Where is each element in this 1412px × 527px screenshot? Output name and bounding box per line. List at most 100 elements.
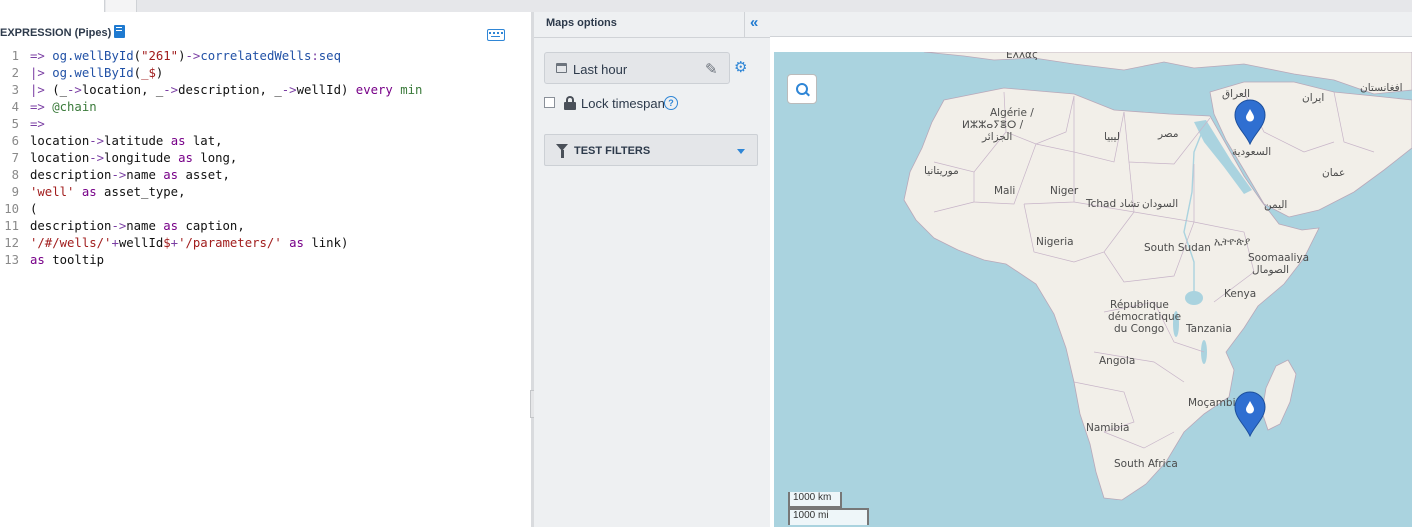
code-line[interactable]: 5 => (0, 116, 422, 133)
code-line[interactable]: 2 |> og.wellById(_$) (0, 65, 422, 82)
code-token: og.wellById (52, 66, 134, 80)
well-marker[interactable] (1233, 99, 1267, 145)
map-search-button[interactable] (787, 74, 817, 104)
map-label: افغانستان (1360, 82, 1403, 94)
scale-bar-mi: 1000 mi (788, 508, 869, 525)
book-icon[interactable] (114, 25, 126, 38)
map-label: Tanzania (1186, 323, 1232, 335)
code-token: |> (30, 66, 53, 80)
code-token: => (30, 117, 45, 131)
map-panel: Ελλάς العراق ایران افغانستان Algérie / ⵍⵣⵣⴰⵢⴻ… (770, 12, 1412, 527)
calendar-icon (556, 63, 567, 73)
code-token: @chain (52, 100, 97, 114)
map-label: الجزائر (982, 131, 1013, 143)
map-label: Namibia (1086, 422, 1130, 434)
code-line[interactable]: 9 'well' as asset_type, (0, 184, 422, 201)
expression-editor[interactable]: EXPRESSION (Pipes) 1 => og.wellById ( "261"… (0, 12, 531, 527)
well-marker[interactable] (1233, 391, 1267, 437)
time-range-selector[interactable]: Last hour ✎ (544, 52, 730, 84)
lock-timespan-checkbox[interactable] (544, 97, 555, 108)
code-token: => (30, 100, 53, 114)
code-token: og.wellById (52, 49, 134, 63)
code-token: long, (192, 151, 238, 165)
code-line[interactable]: 12 '/#/wells/'+wellId$+'/parameters/' as … (0, 235, 422, 252)
map-label: Niger (1050, 185, 1079, 197)
line-number: 5 (11, 117, 19, 131)
map-label: ኢትዮጵያ (1214, 236, 1251, 248)
divider (534, 37, 770, 38)
line-number: 10 (4, 202, 19, 216)
code-token: -> (281, 83, 297, 97)
code-token: "261" (141, 49, 179, 63)
code-token: location (30, 134, 90, 148)
code-token: correlatedWells (200, 49, 312, 63)
code-line[interactable]: 8 description->name as asset, (0, 167, 422, 184)
filter-icon (556, 144, 568, 158)
line-number: 1 (11, 49, 19, 63)
filters-dropdown[interactable]: TEST FILTERS (544, 134, 758, 166)
code-token: (_ (52, 83, 68, 97)
editor-title: EXPRESSION (Pipes) (0, 27, 112, 39)
code-token: wellId (118, 236, 164, 250)
map-toolbar (770, 12, 1412, 37)
maps-options-panel: Maps options « Last hour ✎ ⚙ Lock timesp… (534, 12, 770, 527)
code-token: as (289, 236, 304, 250)
code-token: => (30, 49, 53, 63)
active-tab[interactable] (0, 0, 105, 12)
map-label: Angola (1099, 355, 1136, 367)
map-label: اليمن (1264, 199, 1288, 211)
collapse-panel-icon[interactable]: « (750, 14, 758, 31)
code-token: + (111, 236, 119, 250)
line-number: 2 (11, 66, 19, 80)
editor-header: EXPRESSION (Pipes) (0, 25, 126, 41)
code-token: as (163, 219, 179, 233)
map-view[interactable]: Ελλάς العراق ایران افغانستان Algérie / ⵍⵣⵣⴰⵢⴻ… (774, 52, 1412, 527)
code-token: location (30, 151, 90, 165)
code-token: wellId) (296, 83, 356, 97)
map-label: Mali (994, 185, 1016, 197)
code-line[interactable]: 4 => @chain (0, 99, 422, 116)
line-number: 3 (11, 83, 19, 97)
code-line[interactable]: 1 => og.wellById("261")->correlatedWells:… (0, 48, 422, 65)
map-label: ⵍⵣⵣⴰⵢⴻⵔ / (962, 119, 1024, 131)
map-label: ليبيا (1104, 131, 1120, 143)
map-label: السودان (1142, 198, 1179, 210)
code-lines[interactable]: 1 => og.wellById("261")->correlatedWells:… (0, 48, 422, 269)
map-label: South Sudan (1144, 242, 1211, 254)
tab[interactable] (106, 0, 137, 12)
code-token: -> (111, 168, 127, 182)
code-token: |> (30, 83, 53, 97)
code-line[interactable]: 7 location->longitude as long, (0, 150, 422, 167)
code-token: 'well' (30, 185, 75, 199)
code-token: $ (163, 236, 171, 250)
code-line[interactable]: 3 |> (_->location, _->description, _->wel… (0, 82, 423, 99)
time-range-label: Last hour (573, 62, 628, 77)
code-token: name (126, 219, 164, 233)
map-label: ایران (1302, 92, 1325, 104)
code-token: -> (185, 49, 201, 63)
code-token: -> (89, 151, 105, 165)
code-line[interactable]: 13 as tooltip (0, 252, 422, 269)
code-token: tooltip (44, 253, 105, 267)
map-label: Kenya (1224, 288, 1257, 300)
map-label: Algérie / (990, 107, 1034, 119)
code-token: -> (111, 219, 127, 233)
code-line[interactable]: 10 ( (0, 201, 422, 218)
map-label: du Congo (1114, 323, 1165, 335)
code-token: as (30, 253, 45, 267)
help-icon[interactable]: ? (664, 96, 678, 110)
map-label: مصر (1158, 128, 1179, 140)
edit-icon[interactable]: ✎ (705, 60, 718, 78)
keyboard-icon[interactable] (487, 29, 505, 41)
top-tab-strip (0, 0, 1412, 12)
code-token: as (81, 185, 97, 199)
code-token: -> (67, 83, 82, 97)
filters-label: TEST FILTERS (574, 145, 651, 157)
map-label: الصومال (1252, 264, 1290, 276)
code-token: : (311, 49, 319, 63)
code-line[interactable]: 6 location->latitude as lat, (0, 133, 422, 150)
code-token: ( (30, 202, 38, 216)
map-label: Soomaaliya (1248, 252, 1310, 264)
code-line[interactable]: 11 description->name as caption, (0, 218, 422, 235)
gear-icon[interactable]: ⚙ (734, 58, 747, 76)
